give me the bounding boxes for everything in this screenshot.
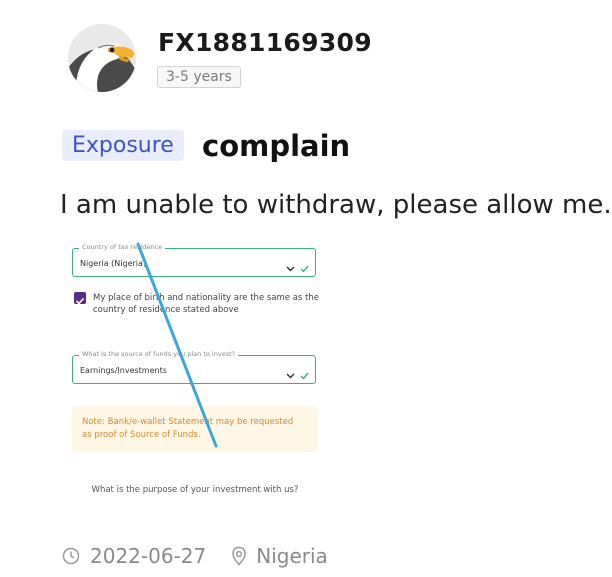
funds-field-label: What is the source of funds you plan to … bbox=[79, 350, 239, 358]
investment-purpose-question: What is the purpose of your investment w… bbox=[91, 485, 299, 495]
checkbox bbox=[74, 292, 86, 305]
chevron-down-icon bbox=[286, 373, 295, 379]
country-field: Country of tax residence Nigeria (Nigeri… bbox=[72, 243, 316, 277]
username[interactable]: FX1881169309 bbox=[158, 28, 372, 57]
post-location: Nigeria bbox=[256, 544, 328, 568]
chevron-down-icon bbox=[286, 266, 295, 272]
location-pin-icon bbox=[232, 546, 246, 566]
category-tag[interactable]: Exposure bbox=[62, 130, 184, 161]
clock-icon bbox=[62, 547, 80, 565]
check-icon bbox=[300, 372, 309, 380]
checkbox-label: My place of birth and nationality are th… bbox=[93, 293, 320, 315]
attached-screenshot[interactable]: Country of tax residence Nigeria (Nigeri… bbox=[60, 238, 336, 520]
post-text: I am unable to withdraw, please allow me… bbox=[60, 190, 612, 220]
eagle-avatar-icon bbox=[68, 24, 136, 92]
country-field-value: Nigeria (Nigeria) bbox=[80, 259, 147, 268]
post-meta: 2022-06-27 Nigeria bbox=[62, 544, 328, 568]
note-text: Note: Bank/e-wallet Statement may be req… bbox=[82, 417, 294, 440]
funds-source-field: What is the source of funds you plan to … bbox=[72, 350, 316, 384]
checkmark-icon bbox=[75, 297, 85, 305]
check-icon bbox=[300, 265, 309, 273]
post-date: 2022-06-27 bbox=[90, 544, 207, 568]
country-field-label: Country of tax residence bbox=[79, 243, 166, 251]
user-avatar[interactable] bbox=[68, 24, 136, 92]
note-box: Note: Bank/e-wallet Statement may be req… bbox=[72, 406, 318, 452]
funds-field-value: Earnings/Investments bbox=[80, 366, 167, 375]
experience-badge: 3-5 years bbox=[157, 66, 241, 88]
post-type-title: complain bbox=[202, 129, 351, 163]
